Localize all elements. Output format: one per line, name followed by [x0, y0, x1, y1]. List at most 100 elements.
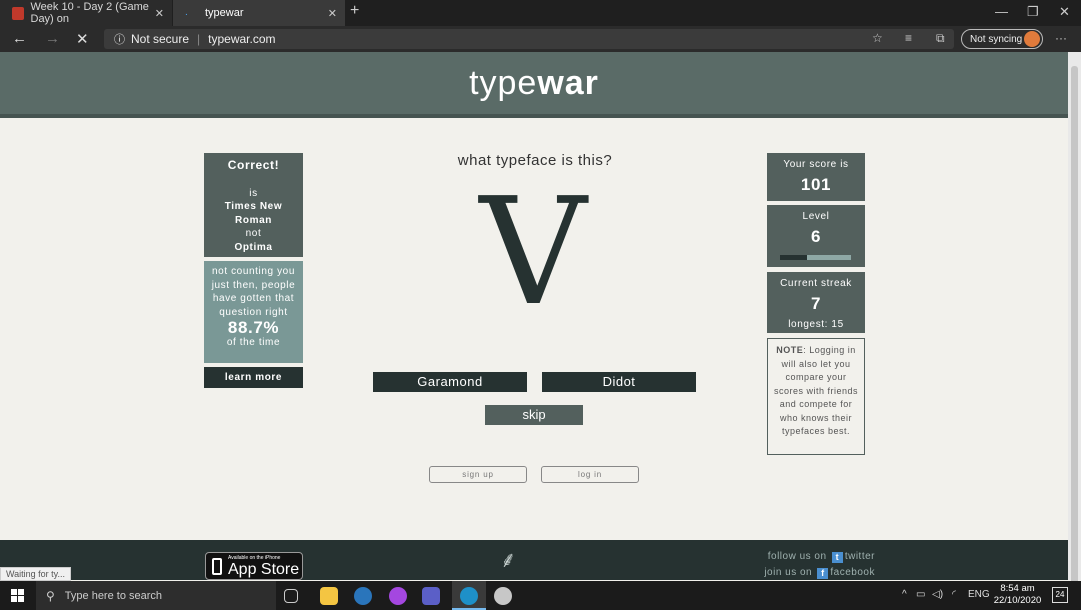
notification-center-icon[interactable]: 24 [1052, 587, 1068, 603]
start-icon[interactable] [11, 589, 24, 602]
tab-typewar[interactable]: . typewar ✕ [173, 0, 345, 26]
profile-sync-button[interactable]: Not syncing [961, 29, 1043, 49]
close-tab-icon[interactable]: ✕ [155, 7, 164, 20]
score-panel: Your score is 101 [767, 153, 865, 201]
app-store-badge[interactable]: Available on the iPhone App Store [205, 552, 303, 580]
task-view-icon[interactable] [284, 589, 298, 603]
score-value: 101 [800, 175, 832, 194]
url-text: typewar.com [208, 32, 276, 46]
tray-chevron-icon[interactable]: ^ [902, 589, 907, 600]
level-panel: Level 6 [767, 205, 865, 267]
file-explorer-icon[interactable] [320, 587, 338, 605]
loading-icon: . [185, 6, 188, 18]
facebook-prefix: join us on [764, 567, 813, 578]
tree-illustration-icon: ⸙ [500, 547, 517, 572]
note-text: : Logging in will also let you compare y… [773, 345, 859, 436]
facebook-label: facebook [830, 567, 875, 578]
level-progress-bar [780, 255, 851, 260]
stop-icon[interactable]: ✕ [76, 30, 89, 48]
browser-status-message: Waiting for ty... [0, 567, 72, 581]
avatar [1024, 31, 1040, 47]
more-menu-icon[interactable]: ··· [1055, 31, 1067, 45]
twitter-label: twitter [844, 551, 875, 562]
streak-longest: longest: 15 [788, 319, 844, 330]
stats-line: not counting you [212, 266, 295, 277]
site-header: typewar [0, 52, 1068, 118]
wifi-icon[interactable]: ◜ [952, 589, 956, 600]
phone-icon [212, 558, 222, 575]
paint-icon[interactable] [494, 587, 512, 605]
url-separator: | [197, 32, 201, 46]
stats-line: just then, people [211, 279, 296, 291]
facebook-link[interactable]: join us on f facebook [745, 567, 875, 579]
streak-label: Current streak [780, 278, 852, 289]
facebook-icon: f [817, 568, 829, 579]
specimen-glyph: V [479, 166, 587, 338]
login-button[interactable]: log in [541, 466, 639, 483]
forward-icon: → [45, 30, 60, 47]
choice-button-garamond[interactable]: Garamond [373, 372, 527, 392]
stats-percent: 88.7% [227, 318, 280, 337]
taskbar-active-edge[interactable] [452, 581, 486, 610]
signup-button[interactable]: sign up [429, 466, 527, 483]
result-not: not [245, 228, 262, 239]
logo-light: type [469, 63, 538, 102]
stats-panel: not counting you just then, people have … [204, 261, 303, 363]
address-toolbar: ← → ✕ ⓘ Not secure | typewar.com ☆ ≡ ⧉ N… [0, 26, 1081, 52]
correct-font-line2: Roman [235, 214, 272, 226]
volume-icon[interactable]: ◁) [932, 589, 943, 600]
tab-title: typewar [205, 7, 244, 19]
score-label: Your score is [783, 159, 849, 170]
level-value: 6 [810, 227, 822, 246]
teams-icon[interactable] [422, 587, 440, 605]
correct-font-line1: Times New [224, 201, 283, 212]
minimize-icon[interactable]: — [995, 4, 1008, 19]
restore-icon[interactable]: ❐ [1027, 4, 1039, 20]
close-window-icon[interactable]: ✕ [1059, 4, 1070, 20]
back-icon[interactable]: ← [12, 30, 27, 47]
result-heading: Correct! [227, 158, 280, 172]
site-logo[interactable]: typewar [469, 64, 599, 103]
language-indicator[interactable]: ENG [968, 589, 990, 600]
new-tab-icon[interactable]: + [350, 2, 359, 20]
address-bar[interactable]: ⓘ Not secure | typewar.com [104, 29, 954, 49]
close-tab-icon[interactable]: ✕ [328, 7, 337, 20]
learn-more-button[interactable]: learn more [204, 367, 303, 388]
scrollbar-thumb[interactable] [1071, 66, 1078, 588]
taskbar-search[interactable]: ⚲ Type here to search [36, 581, 276, 610]
clock-time: 8:54 am [1000, 583, 1035, 594]
twitter-link[interactable]: follow us on t twitter [745, 551, 875, 563]
choice-button-didot[interactable]: Didot [542, 372, 696, 392]
taskbar-clock[interactable]: 8:54 am 22/10/2020 [990, 583, 1045, 607]
appstore-big-text: App Store [228, 561, 300, 578]
collections-icon[interactable]: ⧉ [936, 31, 945, 46]
battery-icon[interactable]: ▭ [916, 589, 925, 600]
page-scrollbar[interactable] [1068, 52, 1081, 588]
stats-suffix: of the time [226, 336, 281, 348]
tab-week10[interactable]: Week 10 - Day 2 (Game Day) on ✕ [0, 0, 172, 26]
windows-taskbar: ⚲ Type here to search ^ ▭ ◁) ◜ ENG 8:54 … [0, 581, 1081, 610]
skip-button[interactable]: skip [485, 405, 583, 425]
login-note: NOTE: Logging in will also let you compa… [767, 338, 865, 455]
info-icon[interactable]: ⓘ [114, 31, 125, 47]
security-label: Not secure [131, 32, 190, 46]
tab-favicon-icon [12, 6, 24, 20]
streak-value: 7 [810, 294, 822, 313]
level-label: Level [802, 211, 830, 222]
search-icon: ⚲ [46, 588, 55, 603]
result-panel: Correct! is Times New Roman not Optima [204, 153, 303, 257]
messenger-icon[interactable] [389, 587, 407, 605]
search-placeholder: Type here to search [64, 589, 163, 602]
stats-line: have gotten that [212, 293, 295, 304]
tab-title: Week 10 - Day 2 (Game Day) on [30, 1, 149, 25]
twitter-prefix: follow us on [767, 551, 827, 562]
sync-label: Not syncing [970, 33, 1023, 45]
edge-icon [460, 587, 478, 605]
favorite-star-icon[interactable]: ☆ [872, 31, 883, 45]
twitter-icon: t [831, 552, 843, 563]
streak-panel: Current streak 7 longest: 15 [767, 272, 865, 333]
clock-date: 22/10/2020 [993, 595, 1042, 606]
favorites-icon[interactable]: ≡ [905, 31, 912, 45]
note-prefix: NOTE [776, 345, 804, 355]
steam-icon[interactable] [354, 587, 372, 605]
